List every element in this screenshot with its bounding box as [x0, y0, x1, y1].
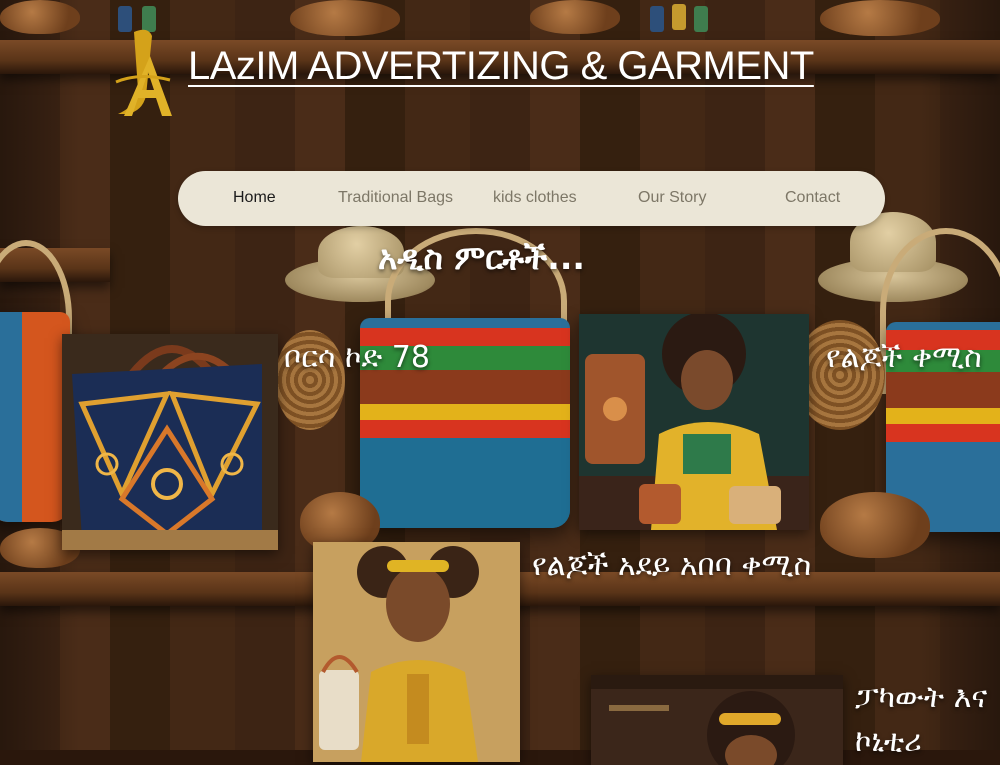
logo-letter-a: [124, 56, 172, 116]
jar: [694, 6, 708, 32]
wooden-bowl: [290, 0, 400, 36]
wooden-bowl: [530, 0, 620, 34]
nav-item-our-story[interactable]: Our Story: [638, 189, 706, 207]
wooden-bowl: [820, 0, 940, 36]
nav-item-traditional-bags[interactable]: Traditional Bags: [338, 189, 453, 207]
product-caption-kontiri[interactable]: ኮኒቲሪ: [855, 724, 922, 759]
new-products-heading: አዲስ ምርቶች...: [378, 238, 585, 277]
product-caption-adey-abeba-dress[interactable]: የልጆች አደይ አበባ ቀሚስ: [532, 548, 811, 583]
nav-item-home[interactable]: Home: [233, 189, 276, 207]
product-image-bag[interactable]: [62, 334, 278, 550]
patterned-bag-illustration: [62, 334, 278, 550]
site-title[interactable]: LAzIM ADVERTIZING & GARMENT: [188, 44, 814, 89]
product-image-kids-dress[interactable]: [579, 314, 809, 530]
product-caption-pakawt[interactable]: ፓካውት እና: [855, 680, 987, 715]
wooden-bowl: [0, 0, 80, 34]
striped-bag: [0, 312, 70, 522]
product-image-adey-abeba-dress[interactable]: [313, 542, 520, 762]
product-caption-kids-dress[interactable]: የልጆች ቀሚስ: [826, 340, 982, 375]
jar: [672, 4, 686, 30]
product-image-pakawt[interactable]: [591, 675, 843, 765]
jar: [650, 6, 664, 32]
girl-yellow-outfit-illustration: [313, 542, 520, 762]
main-nav: Home Traditional Bags kids clothes Our S…: [178, 171, 885, 226]
product-caption-bag[interactable]: ቦርሳ ኮድ 78: [284, 340, 430, 375]
brand-logo[interactable]: [112, 26, 178, 120]
girl-portrait-illustration: [591, 675, 843, 765]
nav-item-kids-clothes[interactable]: kids clothes: [493, 189, 577, 207]
nav-item-contact[interactable]: Contact: [785, 189, 840, 207]
girl-with-bags-illustration: [579, 314, 809, 530]
wooden-bowl: [820, 492, 930, 558]
